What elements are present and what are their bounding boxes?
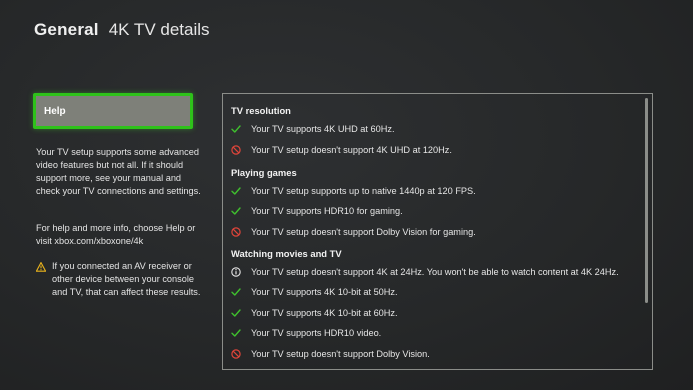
details-panel[interactable]: TV resolution Your TV supports 4K UHD at…: [222, 93, 653, 370]
check-icon: [231, 287, 241, 297]
detail-item-text: Your TV setup doesn't support Dolby Visi…: [251, 348, 430, 359]
section-heading-playing-games: Playing games: [231, 166, 297, 178]
detail-item-text: Your TV setup supports up to native 1440…: [251, 185, 476, 196]
detail-item: Your TV setup doesn't support Dolby Visi…: [231, 348, 636, 361]
not-supported-icon: [231, 144, 241, 155]
detail-item-text: Your TV supports 4K 10-bit at 50Hz.: [251, 287, 398, 297]
help-button[interactable]: Help: [33, 93, 193, 129]
help-more-info-text: For help and more info, choose Help or v…: [36, 223, 196, 246]
check-icon: [231, 124, 241, 134]
detail-item-text: Your TV setup doesn't support 4K at 24Hz…: [251, 266, 619, 277]
detail-item: Your TV setup doesn't support 4K UHD at …: [231, 144, 636, 157]
check-icon: [231, 308, 241, 318]
info-icon: [231, 266, 241, 277]
not-supported-icon: [231, 226, 241, 237]
detail-item-text: Your TV setup doesn't support 4K UHD at …: [251, 144, 452, 155]
section-items-watching-movies: Your TV setup doesn't support 4K at 24Hz…: [231, 266, 636, 361]
detail-item: Your TV supports HDR10 video.: [231, 327, 636, 340]
warning-text: If you connected an AV receiver or other…: [52, 261, 201, 297]
check-icon: [231, 206, 241, 216]
scrollbar[interactable]: [645, 98, 648, 303]
section-items-tv-resolution: Your TV supports 4K UHD at 60Hz. Your TV …: [231, 123, 636, 157]
detail-item-text: Your TV supports HDR10 for gaming.: [251, 206, 403, 216]
warning-icon: [36, 262, 46, 272]
header-section: General: [34, 20, 99, 39]
page-header: General 4K TV details: [34, 20, 210, 44]
page-title: 4K TV details: [108, 20, 210, 39]
detail-item: Your TV setup doesn't support 4K at 24Hz…: [231, 266, 636, 279]
detail-item: Your TV supports 4K 10-bit at 60Hz.: [231, 307, 636, 320]
section-heading-watching-movies: Watching movies and TV: [231, 247, 342, 259]
check-icon: [231, 328, 241, 338]
detail-item-text: Your TV supports HDR10 video.: [251, 328, 382, 338]
detail-item: Your TV setup supports up to native 1440…: [231, 185, 636, 198]
detail-item: Your TV supports 4K 10-bit at 50Hz.: [231, 286, 636, 299]
detail-item: Your TV supports HDR10 for gaming.: [231, 205, 636, 218]
not-supported-icon: [231, 348, 241, 359]
detail-item-text: Your TV supports 4K 10-bit at 60Hz.: [251, 307, 398, 318]
detail-item: Your TV setup doesn't support Dolby Visi…: [231, 226, 636, 239]
warning-note: If you connected an AV receiver or other…: [36, 260, 206, 299]
check-icon: [231, 186, 241, 196]
detail-item-text: Your TV supports 4K UHD at 60Hz.: [251, 124, 395, 134]
section-heading-tv-resolution: TV resolution: [231, 105, 291, 116]
detail-item: Your TV supports 4K UHD at 60Hz.: [231, 123, 636, 136]
detail-item-text: Your TV setup doesn't support Dolby Visi…: [251, 226, 476, 237]
details-list: TV resolution Your TV supports 4K UHD at…: [231, 104, 636, 361]
section-items-playing-games: Your TV setup supports up to native 1440…: [231, 185, 636, 239]
help-button-label: Help: [44, 105, 66, 117]
help-intro-text: Your TV setup supports some advanced vid…: [36, 147, 201, 196]
